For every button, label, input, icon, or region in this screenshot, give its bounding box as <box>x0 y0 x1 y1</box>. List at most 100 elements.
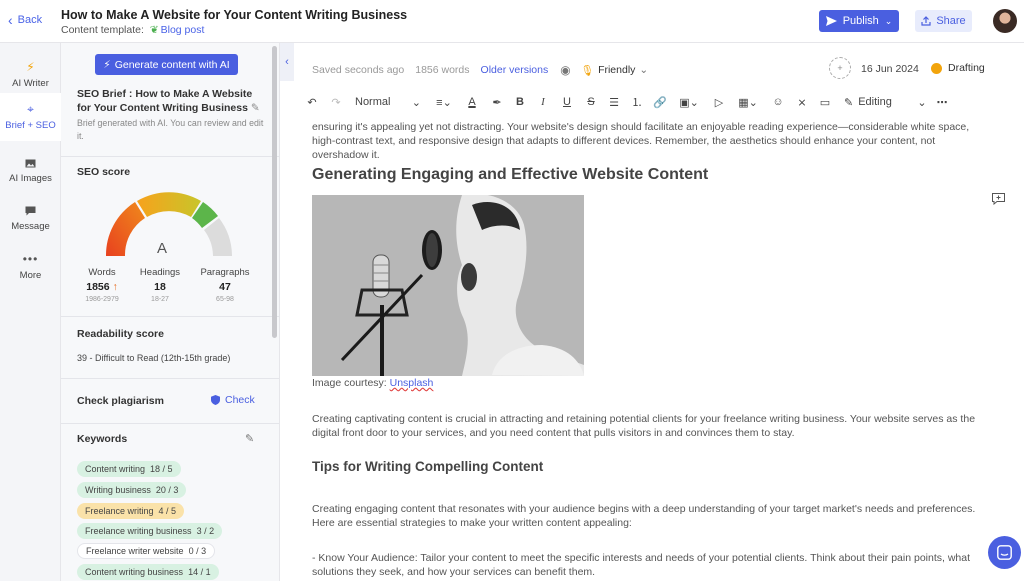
document-meta: Saved seconds ago 1856 words Older versi… <box>312 63 648 77</box>
share-icon <box>921 16 931 26</box>
stat-range: 1986-2979 <box>85 296 119 303</box>
video-icon[interactable]: ▷ <box>710 91 728 113</box>
seo-brief-title-text: SEO Brief : How to Make A Website for Yo… <box>77 88 253 114</box>
rail-item-ai-writer[interactable]: ⚡ AI Writer <box>0 51 61 99</box>
stat-paragraphs: Paragraphs 47 65-98 <box>195 267 255 303</box>
rail-item-more[interactable]: ••• More <box>0 243 61 291</box>
edit-keywords-icon[interactable]: ✎ <box>245 432 254 445</box>
status-dropdown[interactable]: Drafting <box>931 62 985 74</box>
rail-label: AI Writer <box>12 78 49 89</box>
keyword-count: 20 / 3 <box>155 485 179 495</box>
keyword-count: 4 / 5 <box>158 506 177 516</box>
share-button[interactable]: Share <box>915 10 972 32</box>
rail-item-message[interactable]: Message <box>0 195 61 243</box>
keyword-text: Writing business <box>85 485 151 495</box>
redo-icon[interactable]: ↷ <box>327 91 345 113</box>
align-icon[interactable]: ≡⌄ <box>430 91 458 113</box>
bullet-list-icon[interactable]: ☰ <box>605 91 623 113</box>
article-image[interactable] <box>312 195 584 376</box>
add-comment-icon[interactable] <box>992 193 1005 208</box>
italic-icon[interactable]: I <box>534 91 552 113</box>
template-prefix: Content template: <box>61 24 144 36</box>
text-color-icon[interactable]: A <box>463 91 481 113</box>
strikethrough-icon[interactable]: S <box>582 91 600 113</box>
seo-grade: A <box>157 240 168 257</box>
tone-selector[interactable]: 🎙 Friendly ⌄ <box>581 64 649 77</box>
keyword-count: 0 / 3 <box>188 546 207 556</box>
add-user-icon: + <box>837 63 843 73</box>
emoji-icon[interactable]: ☺ <box>769 91 787 113</box>
chevron-left-icon: ‹ <box>285 56 289 68</box>
keyword-text: Freelance writer website <box>86 546 184 556</box>
generate-content-button[interactable]: ⚡ Generate content with AI <box>95 54 238 75</box>
bolt-icon: ⚡ <box>26 60 35 74</box>
table-icon[interactable]: ▦⌄ <box>734 91 762 113</box>
bold-icon[interactable]: B <box>511 91 529 113</box>
comment-icon[interactable]: ▭ <box>816 91 834 113</box>
highlight-icon[interactable]: ✒ <box>488 91 506 113</box>
paragraph[interactable]: Creating engaging content that resonates… <box>312 502 992 530</box>
chevron-down-icon[interactable]: ⌄ <box>913 91 931 113</box>
template-link[interactable]: Blog post <box>161 24 205 36</box>
heading[interactable]: Tips for Writing Compelling Content <box>312 460 543 474</box>
chevron-down-icon: ⌄ <box>411 96 421 109</box>
rail-label: Brief + SEO <box>5 120 56 131</box>
link-icon[interactable]: 🔗 <box>651 91 669 113</box>
editor-content[interactable]: ensuring it's appealing yet not distract… <box>312 113 992 581</box>
document-date: 16 Jun 2024 <box>861 63 919 75</box>
left-rail: ⚡ AI Writer ⌖ Brief + SEO AI Images Mess… <box>0 43 61 581</box>
panel-scrollbar[interactable] <box>272 46 277 338</box>
edit-icon[interactable]: ✎ <box>251 102 260 114</box>
user-avatar[interactable] <box>993 9 1017 33</box>
add-collaborator-button[interactable]: + <box>829 57 851 79</box>
divider <box>61 316 279 317</box>
caption-link[interactable]: Unsplash <box>390 377 434 389</box>
clear-format-icon[interactable]: ⨯ <box>793 91 811 113</box>
keyword-chip: Freelance writing 4 / 5 <box>77 503 185 519</box>
editing-mode-select[interactable]: ✎ Editing <box>844 91 904 113</box>
image-caption: Image courtesy: Unsplash <box>312 376 433 390</box>
paragraph[interactable]: - Know Your Audience: Tailor your conten… <box>312 551 992 579</box>
heading[interactable]: Generating Engaging and Effective Websit… <box>312 167 708 183</box>
eye-icon[interactable]: ◉ <box>560 63 570 77</box>
status-label: Drafting <box>948 62 985 74</box>
collapse-panel-button[interactable]: ‹ <box>280 43 294 81</box>
keyword-count: 14 / 1 <box>188 567 211 577</box>
older-versions-link[interactable]: Older versions <box>481 64 549 76</box>
word-count: 1856 words <box>415 64 470 76</box>
document-title[interactable]: How to Make A Website for Your Content W… <box>61 8 407 22</box>
stat-label: Headings <box>139 267 181 278</box>
stat-words: Words 1856 ↑ 1986-2979 <box>72 267 132 303</box>
paragraph[interactable]: ensuring it's appealing yet not distract… <box>312 120 992 162</box>
image-insert-icon[interactable]: ▣⌄ <box>675 91 703 113</box>
more-options-icon[interactable]: ⋯ <box>933 91 951 113</box>
back-button[interactable]: ‹ Back <box>8 12 43 28</box>
arrow-up-icon: ↑ <box>112 281 118 293</box>
divider <box>61 156 279 157</box>
readability-value: 39 - Difficult to Read (12th-15th grade) <box>77 353 231 363</box>
brief-seo-panel: ⚡ Generate content with AI SEO Brief : H… <box>61 43 280 581</box>
rail-item-brief-seo[interactable]: ⌖ Brief + SEO <box>0 93 61 141</box>
stat-headings: Headings 18 18-27 <box>130 267 190 303</box>
rail-item-ai-images[interactable]: AI Images <box>0 147 61 195</box>
support-chat-button[interactable] <box>988 536 1021 569</box>
chat-icon <box>25 206 36 216</box>
check-plagiarism-button[interactable]: Check <box>211 394 255 406</box>
rail-label: AI Images <box>9 172 52 184</box>
keyword-chip: Writing business 20 / 3 <box>77 482 187 498</box>
undo-icon[interactable]: ↶ <box>303 91 321 113</box>
divider <box>61 423 279 424</box>
rail-label: More <box>19 270 42 281</box>
publish-button[interactable]: Publish ⌄ <box>819 10 899 32</box>
chevron-left-icon: ‹ <box>8 12 13 28</box>
paragraph-style-select[interactable]: Normal ⌄ <box>351 91 425 113</box>
editing-mode-value: Editing <box>858 96 892 108</box>
keyword-chip: Freelance writer website 0 / 3 <box>77 543 216 559</box>
caption-prefix: Image courtesy: <box>312 377 387 389</box>
numbered-list-icon[interactable]: ⒈ <box>628 91 646 113</box>
paragraph[interactable]: Creating captivating content is crucial … <box>312 412 992 440</box>
pencil-icon: ✎ <box>844 96 854 109</box>
shield-icon <box>211 395 220 405</box>
back-label: Back <box>17 14 43 26</box>
underline-icon[interactable]: U <box>558 91 576 113</box>
